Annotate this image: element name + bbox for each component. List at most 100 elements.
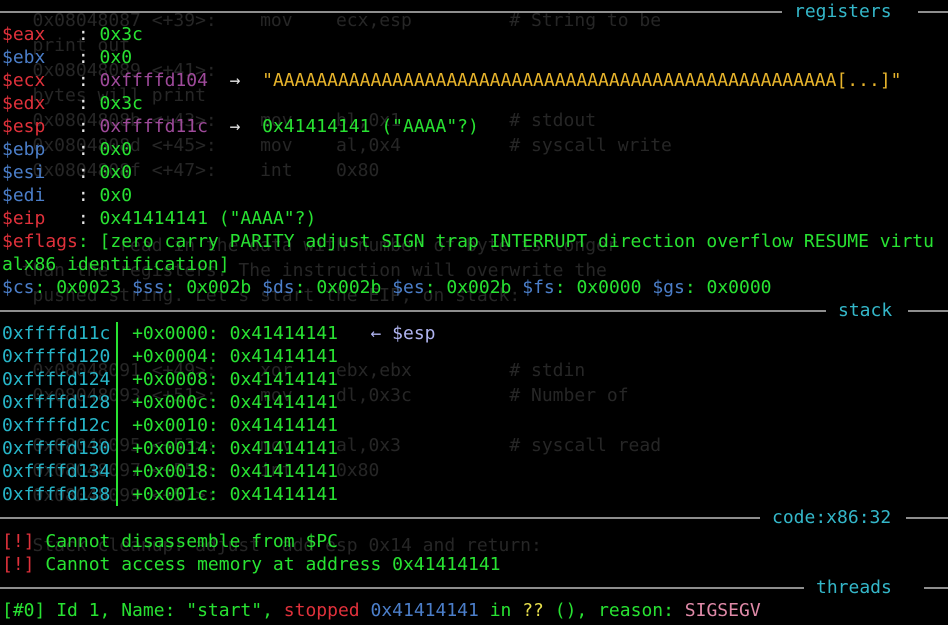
register-name: $eip xyxy=(2,208,46,229)
register-ebp: $ebp : 0x0 xyxy=(2,139,133,160)
segment-name: $es xyxy=(392,277,425,298)
stack-title: stack xyxy=(838,300,893,321)
threads-separator: threads xyxy=(0,576,948,599)
thread-address: 0x41414141 xyxy=(370,600,479,621)
register-value: 0x0 xyxy=(99,185,133,206)
register-name: $eax xyxy=(2,24,46,45)
register-name: $ebp xyxy=(2,139,46,160)
stack-value: 0x41414141 xyxy=(229,346,338,367)
segment-name: $cs xyxy=(2,277,35,298)
segment-registers: $cs: 0x0023 $ss: 0x002b $ds: 0x002b $es:… xyxy=(2,276,772,299)
eflags-value-wrap: alx86 identification] xyxy=(2,254,230,275)
stack-row: 0xffffd124 +0x0008: 0x41414141 xyxy=(2,368,338,391)
warning-marker: [!] xyxy=(2,554,35,575)
register-edx: $edx : 0x3c xyxy=(2,93,143,114)
segment-name: $fs xyxy=(522,277,555,298)
registers-separator: registers xyxy=(0,0,948,23)
stack-offset: +0x0010: xyxy=(132,415,230,436)
register-value: 0x0 xyxy=(99,139,133,160)
register-esp: $esp : 0xffffd11c → 0x41414141 ("AAAA"?) xyxy=(2,116,479,137)
stack-offset: +0x0004: xyxy=(132,346,230,367)
gdb-gef-context: registers $eax : 0x3c $ebx : 0x0 $ecx : … xyxy=(0,0,948,625)
code-title: code:x86:32 xyxy=(772,507,892,528)
code-separator: code:x86:32 xyxy=(0,506,948,529)
register-edi: $edi : 0x0 xyxy=(2,185,133,206)
stack-address: 0xffffd134 xyxy=(2,461,111,482)
segment-name: $ss xyxy=(132,277,165,298)
register-eip: $eip : 0x41414141 ("AAAA"?) xyxy=(2,208,317,229)
register-pointer: 0xffffd104 xyxy=(99,70,208,91)
segment-value: : 0x002b xyxy=(164,277,263,298)
register-name: $eflags xyxy=(2,231,78,252)
stack-value: 0x41414141 xyxy=(229,392,338,413)
register-ebx: $ebx : 0x0 xyxy=(2,47,133,68)
stack-address: 0xffffd11c xyxy=(2,323,111,344)
stack-offset: +0x000c: xyxy=(132,392,230,413)
register-value: 0x3c xyxy=(99,93,143,114)
stack-row: 0xffffd11c +0x0000: 0x41414141 ← $esp xyxy=(2,322,436,345)
thread-reason: SIGSEGV xyxy=(684,600,761,621)
stack-address: 0xffffd128 xyxy=(2,392,111,413)
code-error-text: Cannot disassemble from $PC xyxy=(34,531,338,552)
stack-value: 0x41414141 xyxy=(229,438,338,459)
register-value: 0x0 xyxy=(99,162,133,183)
register-name: $edi xyxy=(2,185,46,206)
stack-row: 0xffffd134 +0x0018: 0x41414141 xyxy=(2,460,338,483)
stack-separator: stack xyxy=(0,299,948,322)
stack-address: 0xffffd138 xyxy=(2,484,111,505)
register-name: $edx xyxy=(2,93,46,114)
code-error-text: Cannot access memory at address 0x414141… xyxy=(34,554,501,575)
code-message: [!] Cannot disassemble from $PC xyxy=(2,530,338,553)
thread-function: ?? xyxy=(522,600,544,621)
register-deref: 0x41414141 ("AAAA"?) xyxy=(262,116,479,137)
register-eflags: $eflags: [zero carry PARITY adjust SIGN … xyxy=(2,230,934,253)
register-string: "AAAAAAAAAAAAAAAAAAAAAAAAAAAAAAAAAAAAAAA… xyxy=(262,70,902,91)
stack-row: 0xffffd130 +0x0014: 0x41414141 xyxy=(2,437,338,460)
warning-marker: [!] xyxy=(2,531,35,552)
code-message: [!] Cannot access memory at address 0x41… xyxy=(2,553,501,576)
register-pointer: 0xffffd11c xyxy=(99,116,208,137)
thread-id: [#0] xyxy=(2,600,46,621)
stack-address: 0xffffd12c xyxy=(2,415,111,436)
registers-title: registers xyxy=(794,1,892,22)
stack-address: 0xffffd120 xyxy=(2,346,111,367)
threads-title: threads xyxy=(816,577,892,598)
segment-value: : 0x0000 xyxy=(554,277,653,298)
register-name: $ecx xyxy=(2,70,46,91)
register-name: $esi xyxy=(2,162,46,183)
register-value: 0x41414141 ("AAAA"?) xyxy=(99,208,317,229)
segment-name: $ds xyxy=(262,277,295,298)
register-eax: $eax : 0x3c xyxy=(2,24,143,45)
register-name: $ebx xyxy=(2,47,46,68)
stack-offset: +0x001c: xyxy=(132,484,230,505)
register-eflags-wrap: alx86 identification] xyxy=(2,253,230,276)
thread-desc: Id 1, Name: "start", xyxy=(45,600,284,621)
stack-offset: +0x0008: xyxy=(132,369,230,390)
thread-row: [#0] Id 1, Name: "start", stopped 0x4141… xyxy=(2,600,761,621)
stack-row: 0xffffd120 +0x0004: 0x41414141 xyxy=(2,345,338,368)
segment-value: : 0x0000 xyxy=(684,277,772,298)
stack-row: 0xffffd138 +0x001c: 0x41414141 xyxy=(2,483,338,506)
stack-row: 0xffffd128 +0x000c: 0x41414141 xyxy=(2,391,338,414)
stack-value: 0x41414141 xyxy=(229,415,338,436)
stack-value: 0x41414141 xyxy=(229,484,338,505)
register-value: 0x3c xyxy=(99,24,143,45)
segment-name: $gs xyxy=(652,277,685,298)
stack-value: 0x41414141 xyxy=(229,323,338,344)
stack-value: 0x41414141 xyxy=(229,369,338,390)
arrow-icon: → xyxy=(207,70,263,91)
arrow-icon: → xyxy=(207,116,263,137)
stack-note: ← $esp xyxy=(337,323,436,344)
eflags-value: : [zero carry PARITY adjust SIGN trap IN… xyxy=(77,231,934,252)
register-value: 0x0 xyxy=(99,47,133,68)
stack-offset: +0x0014: xyxy=(132,438,230,459)
register-esi: $esi : 0x0 xyxy=(2,162,133,183)
segment-value: : 0x002b xyxy=(424,277,523,298)
stack-address: 0xffffd130 xyxy=(2,438,111,459)
stack-address: 0xffffd124 xyxy=(2,369,111,390)
segment-value: : 0x0023 xyxy=(34,277,133,298)
segment-value: : 0x002b xyxy=(294,277,393,298)
stack-row: 0xffffd12c +0x0010: 0x41414141 xyxy=(2,414,338,437)
stack-offset: +0x0018: xyxy=(132,461,230,482)
thread-state: stopped xyxy=(283,600,360,621)
